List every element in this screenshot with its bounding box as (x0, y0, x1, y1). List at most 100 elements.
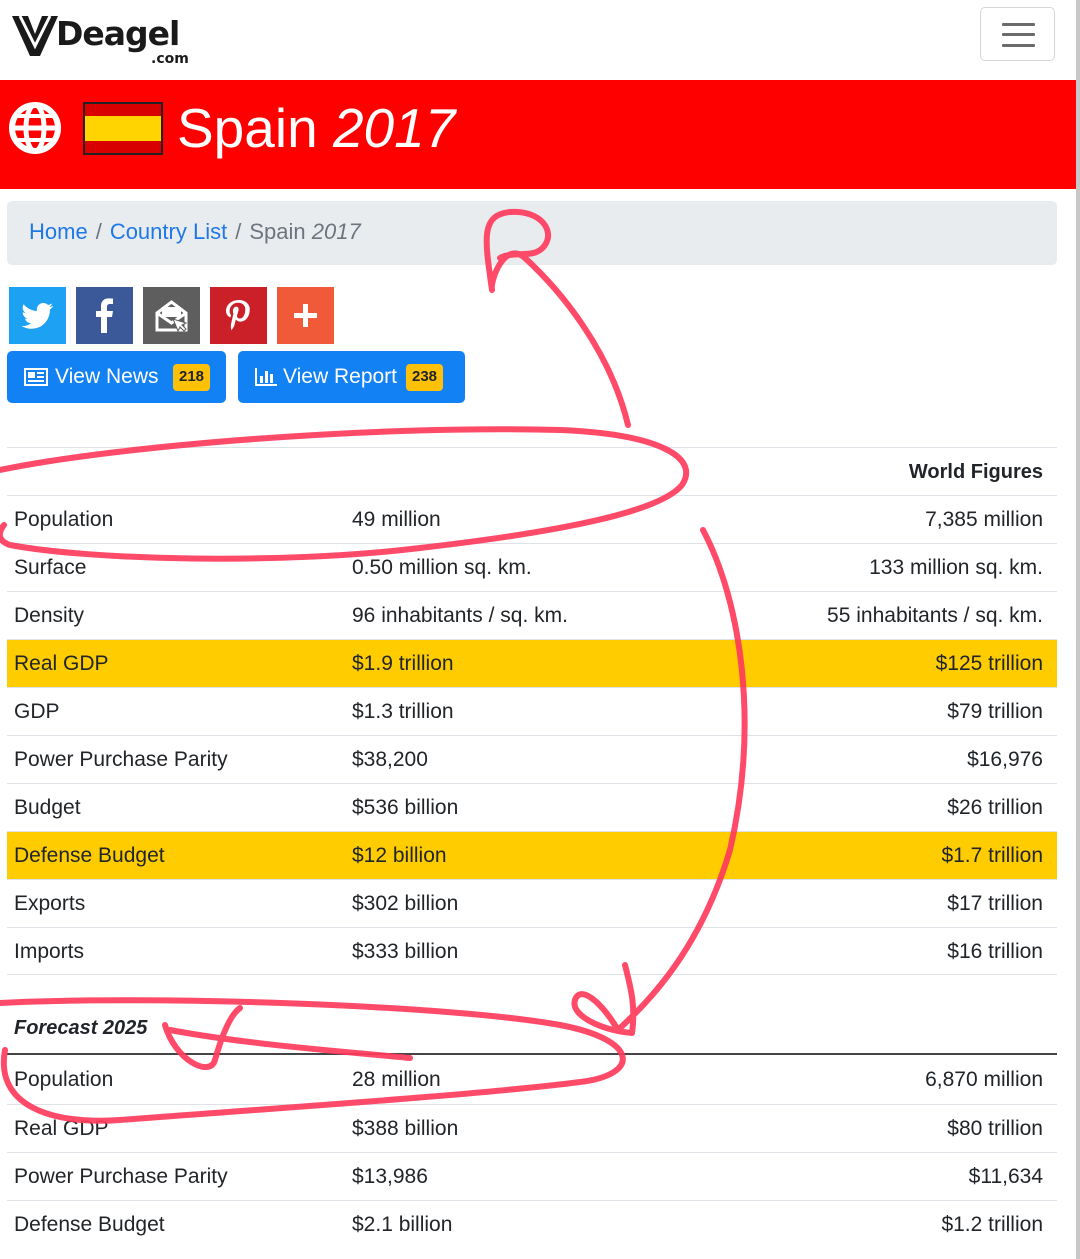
breadcrumb-current-year: 2017 (311, 219, 361, 244)
row-label: GDP (14, 700, 60, 723)
flag-stripe (85, 104, 161, 116)
logo-text: Deagel (56, 14, 180, 53)
table-row: Real GDP $388 billion $80 trillion (7, 1104, 1057, 1152)
breadcrumb-separator: / (95, 219, 102, 244)
globe-icon (9, 102, 61, 154)
table-row-highlighted: Real GDP $1.9 trillion $125 trillion (7, 639, 1057, 687)
row-label: Real GDP (14, 652, 109, 675)
row-label: Power Purchase Parity (14, 748, 228, 771)
bar-chart-icon (255, 368, 277, 386)
viewport-edge (1076, 0, 1080, 1259)
row-country-value: 96 inhabitants / sq. km. (352, 604, 568, 627)
row-world-value: 55 inhabitants / sq. km. (827, 604, 1043, 627)
row-world-value: 133 million sq. km. (869, 556, 1043, 579)
row-world-value: $11,634 (968, 1165, 1043, 1188)
row-label: Imports (14, 940, 85, 963)
row-label: Exports (14, 892, 86, 915)
more-share-button[interactable] (277, 287, 334, 344)
row-world-value: $79 trillion (947, 700, 1043, 723)
view-report-label: View Report (283, 365, 398, 388)
row-label: Budget (14, 796, 81, 819)
spain-flag-icon (83, 102, 163, 155)
row-world-value: $80 trillion (947, 1117, 1043, 1140)
forecast-heading: Forecast 2025 (14, 1017, 148, 1039)
row-label: Real GDP (14, 1117, 109, 1140)
row-country-value: $38,200 (352, 748, 428, 771)
table-row-highlighted: Defense Budget $12 billion $1.7 trillion (7, 831, 1057, 879)
row-label: Power Purchase Parity (14, 1165, 228, 1188)
email-share-button[interactable] (143, 287, 200, 344)
view-news-button[interactable]: View News 218 (7, 351, 226, 403)
row-label: Surface (14, 556, 87, 579)
table-row: Budget $536 billion $26 trillion (7, 783, 1057, 831)
row-label: Defense Budget (14, 844, 165, 867)
row-country-value: $388 billion (352, 1117, 459, 1140)
site-logo[interactable]: Deagel .com (10, 10, 189, 67)
facebook-share-button[interactable] (76, 287, 133, 344)
row-label: Defense Budget (14, 1213, 165, 1236)
row-country-value: $13,986 (352, 1165, 428, 1188)
hamburger-line (1002, 44, 1035, 47)
twitter-share-button[interactable] (9, 287, 66, 344)
report-year: 2017 (332, 97, 456, 159)
hamburger-line (1002, 33, 1035, 36)
table-row: GDP $1.3 trillion $79 trillion (7, 687, 1057, 735)
hamburger-menu-icon (1002, 23, 1035, 26)
news-count-badge: 218 (173, 364, 211, 391)
newspaper-icon (24, 368, 48, 386)
breadcrumb-current-country: Spain (249, 219, 306, 244)
table-row: Power Purchase Parity $38,200 $16,976 (7, 735, 1057, 783)
table-row: Population 28 million 6,870 million (7, 1056, 1057, 1104)
view-report-button[interactable]: View Report 238 (238, 351, 465, 403)
row-world-value: $16,976 (967, 748, 1043, 771)
row-world-value: $1.7 trillion (941, 844, 1043, 867)
row-country-value: $1.3 trillion (352, 700, 454, 723)
menu-toggle-button[interactable] (980, 7, 1055, 61)
table-row: Defense Budget $2.1 billion $1.2 trillio… (7, 1200, 1057, 1248)
row-world-value: $125 trillion (935, 652, 1043, 675)
row-country-value: $536 billion (352, 796, 459, 819)
row-world-value: $17 trillion (947, 892, 1043, 915)
row-label: Population (14, 508, 114, 531)
row-world-value: $26 trillion (947, 796, 1043, 819)
flag-stripe (85, 141, 161, 153)
country-name: Spain (177, 97, 318, 159)
row-country-value: $302 billion (352, 892, 459, 915)
country-header: Spain 2017 (0, 80, 1078, 189)
table-row: Exports $302 billion $17 trillion (7, 879, 1057, 927)
row-country-value: 28 million (352, 1068, 441, 1091)
top-navbar: Deagel .com (0, 0, 1080, 78)
plus-icon (294, 304, 317, 327)
report-count-badge: 238 (406, 364, 444, 391)
row-world-value: 7,385 million (925, 508, 1043, 531)
row-country-value: $12 billion (352, 844, 447, 867)
facebook-icon (96, 298, 113, 333)
twitter-icon (21, 303, 54, 329)
row-world-value: 6,870 million (925, 1068, 1043, 1091)
view-news-label: View News (55, 365, 159, 388)
breadcrumb-current: Spain 2017 (249, 219, 360, 244)
breadcrumb-country-list-link[interactable]: Country List (110, 219, 227, 244)
email-icon (155, 300, 188, 333)
table-row: Surface 0.50 million sq. km. 133 million… (7, 543, 1057, 591)
breadcrumb-separator: / (235, 219, 242, 244)
figures-table-header: World Figures (7, 447, 1057, 495)
table-row: Power Purchase Parity $13,986 $11,634 (7, 1152, 1057, 1200)
row-country-value: $333 billion (352, 940, 459, 963)
page-title: Spain 2017 (177, 96, 455, 160)
table-row: Population 49 million 7,385 million (7, 495, 1057, 543)
forecast-table-header: Forecast 2025 (7, 995, 1057, 1055)
row-country-value: $2.1 billion (352, 1213, 453, 1236)
row-label: Population (14, 1068, 114, 1091)
row-world-value: $16 trillion (947, 940, 1043, 963)
pinterest-icon (226, 300, 250, 331)
pinterest-share-button[interactable] (210, 287, 267, 344)
row-world-value: $1.2 trillion (941, 1213, 1043, 1236)
deagel-fighter-jet-icon (12, 15, 58, 56)
forecast-table: Population 28 million 6,870 million Real… (7, 1056, 1057, 1248)
breadcrumb-home-link[interactable]: Home (29, 219, 88, 244)
row-label: Density (14, 604, 85, 627)
table-row: Density 96 inhabitants / sq. km. 55 inha… (7, 591, 1057, 639)
logo-suffix: .com (151, 51, 189, 67)
row-country-value: 0.50 million sq. km. (352, 556, 532, 579)
